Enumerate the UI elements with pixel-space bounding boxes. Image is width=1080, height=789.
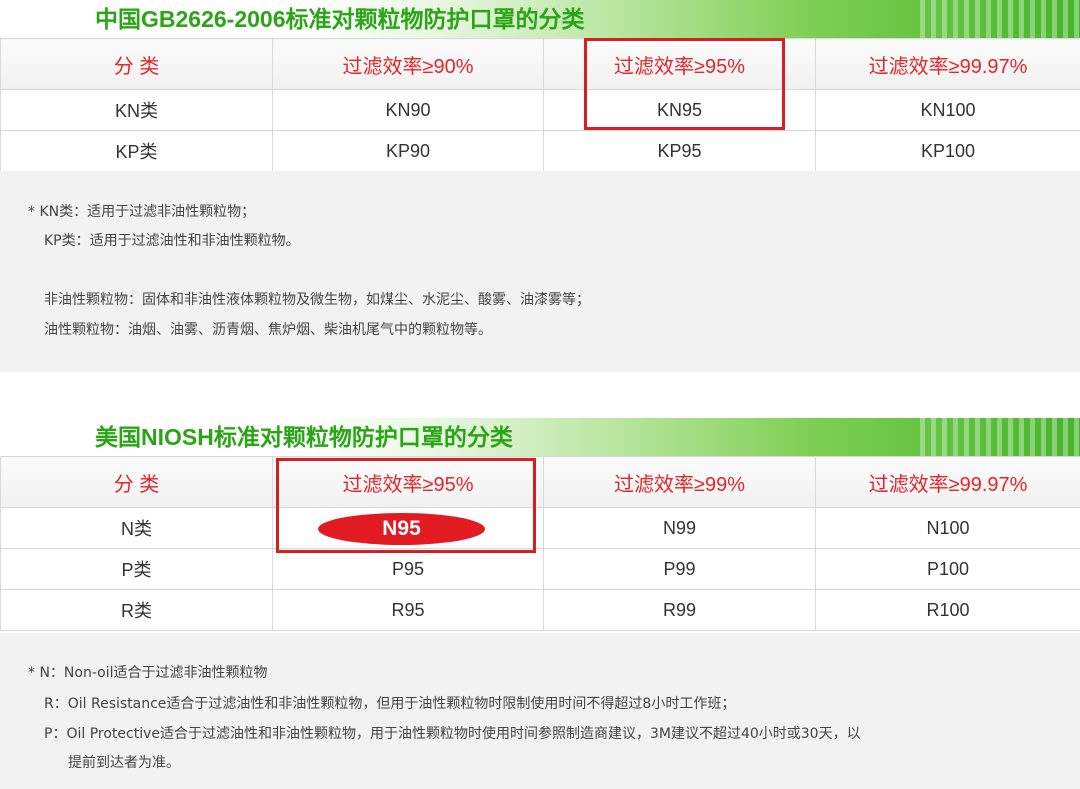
gb-table: 分 类 过滤效率≥90% 过滤效率≥95% 过滤效率≥99.97% KN类 KN… bbox=[0, 38, 1080, 172]
row-label: KN类 bbox=[0, 89, 273, 131]
gb-note-nonoil: 非油性颗粒物：固体和非油性液体颗粒物及微生物，如煤尘、水泥尘、酸雾、油漆雾等； bbox=[44, 292, 590, 308]
row-label: R类 bbox=[0, 589, 273, 631]
row-label: P类 bbox=[0, 548, 273, 590]
table-cell: KP90 bbox=[272, 130, 544, 172]
table-cell: KP100 bbox=[815, 130, 1080, 172]
gb-header-90: 过滤效率≥90% bbox=[272, 38, 544, 90]
niosh-title-band: 美国NIOSH标准对颗粒物防护口罩的分类 bbox=[0, 418, 1080, 456]
gb-note-kp: KP类：适用于过滤油性和非油性颗粒物。 bbox=[44, 233, 300, 249]
title-stripes bbox=[920, 0, 1080, 38]
table-cell: N100 bbox=[815, 507, 1080, 549]
table-row: P类 P95 P99 P100 bbox=[0, 548, 1080, 590]
niosh-note-r: R：Oil Resistance适合于过滤油性和非油性颗粒物，但用于油性颗粒物时… bbox=[44, 696, 736, 712]
niosh-note-p: P：Oil Protective适合于过滤油性和非油性颗粒物，用于油性颗粒物时使… bbox=[44, 726, 861, 742]
table-cell: P100 bbox=[815, 548, 1080, 590]
niosh-header-row: 分 类 过滤效率≥95% 过滤效率≥99% 过滤效率≥99.97% bbox=[0, 456, 1080, 508]
table-cell: P95 bbox=[272, 548, 544, 590]
table-cell: N99 bbox=[543, 507, 816, 549]
gb-header-category: 分 类 bbox=[0, 38, 273, 90]
table-row: N类 N99 N100 bbox=[0, 507, 1080, 549]
table-cell: R95 bbox=[272, 589, 544, 631]
niosh-note-p-cont: 提前到达者为准。 bbox=[68, 755, 180, 771]
gb-title-band: 中国GB2626-2006标准对颗粒物防护口罩的分类 bbox=[0, 0, 1080, 38]
niosh-header-category: 分 类 bbox=[0, 456, 273, 508]
table-cell: KP95 bbox=[543, 130, 816, 172]
gb-note-oil: 油性颗粒物：油烟、油雾、沥青烟、焦炉烟、柴油机尾气中的颗粒物等。 bbox=[44, 322, 492, 338]
niosh-section: 美国NIOSH标准对颗粒物防护口罩的分类 分 类 过滤效率≥95% 过滤效率≥9… bbox=[0, 418, 1080, 789]
table-row: R类 R95 R99 R100 bbox=[0, 589, 1080, 631]
table-cell: KN100 bbox=[815, 89, 1080, 131]
niosh-n95-highlight-box bbox=[276, 458, 536, 553]
niosh-title: 美国NIOSH标准对颗粒物防护口罩的分类 bbox=[95, 424, 513, 450]
niosh-header-99: 过滤效率≥99% bbox=[543, 456, 816, 508]
table-row: KP类 KP90 KP95 KP100 bbox=[0, 130, 1080, 172]
table-cell: R100 bbox=[815, 589, 1080, 631]
table-cell: KN90 bbox=[272, 89, 544, 131]
gb-title: 中国GB2626-2006标准对颗粒物防护口罩的分类 bbox=[95, 6, 585, 32]
gb-header-row: 分 类 过滤效率≥90% 过滤效率≥95% 过滤效率≥99.97% bbox=[0, 38, 1080, 90]
table-cell: R99 bbox=[543, 589, 816, 631]
table-row: KN类 KN90 KN95 KN100 bbox=[0, 89, 1080, 131]
gb-kn95-highlight-box bbox=[584, 38, 785, 130]
niosh-note-n: * N：Non-oil适合于过滤非油性颗粒物 bbox=[28, 665, 268, 681]
gb-note-kn: * KN类：适用于过滤非油性颗粒物； bbox=[28, 204, 256, 220]
niosh-notes: * N：Non-oil适合于过滤非油性颗粒物 R：Oil Resistance适… bbox=[0, 633, 1080, 789]
gb-section: 中国GB2626-2006标准对颗粒物防护口罩的分类 分 类 过滤效率≥90% … bbox=[0, 0, 1080, 372]
niosh-table: 分 类 过滤效率≥95% 过滤效率≥99% 过滤效率≥99.97% N类 N99… bbox=[0, 456, 1080, 631]
gb-notes: * KN类：适用于过滤非油性颗粒物； KP类：适用于过滤油性和非油性颗粒物。 非… bbox=[0, 171, 1080, 372]
table-cell: P99 bbox=[543, 548, 816, 590]
title-stripes bbox=[920, 418, 1080, 456]
gb-header-9997: 过滤效率≥99.97% bbox=[815, 38, 1080, 90]
niosh-header-9997: 过滤效率≥99.97% bbox=[815, 456, 1080, 508]
row-label: KP类 bbox=[0, 130, 273, 172]
row-label: N类 bbox=[0, 507, 273, 549]
